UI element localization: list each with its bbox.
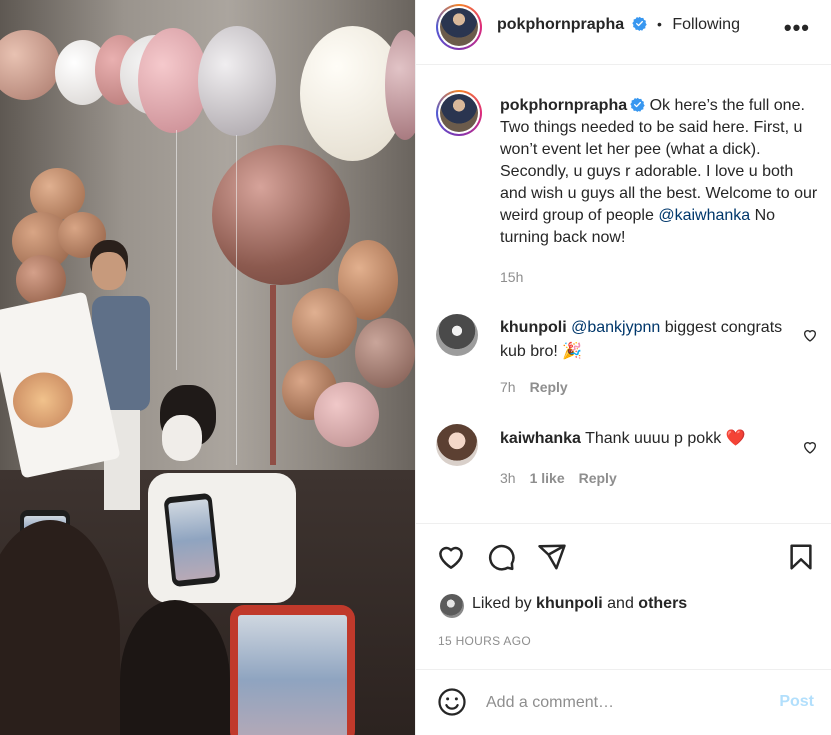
comment-username[interactable]: kaiwhanka [500, 430, 581, 447]
caption-body: Ok here’s the full one. Two things neede… [500, 97, 818, 224]
comment-body: Thank uuuu p pokk ❤️ [585, 430, 746, 447]
balloon [314, 382, 379, 447]
liked-by-middle: and [602, 595, 639, 612]
following-button[interactable]: Following [672, 16, 740, 33]
comment-time: 7h [500, 379, 516, 395]
commenter-avatar[interactable] [436, 314, 478, 356]
author-username[interactable]: pokphornprapha [497, 16, 624, 33]
phone-in-hand [230, 605, 355, 735]
like-comment-icon[interactable] [802, 439, 818, 455]
liked-by-others[interactable]: others [638, 595, 687, 612]
caption-mention[interactable]: @kaiwhanka [658, 207, 750, 224]
reply-button[interactable]: Reply [530, 379, 568, 395]
phone-in-hand [163, 492, 221, 588]
commenter-avatar[interactable] [436, 424, 478, 466]
post-actions: Liked by khunpoli and others 15 HOURS AG… [416, 523, 831, 669]
balloon-large-glitter [212, 145, 350, 285]
add-comment-bar: Post [416, 669, 831, 735]
comment-likes[interactable]: 1 like [530, 470, 565, 486]
balloon [198, 26, 276, 136]
caption-text: pokphornprapha Ok here’s the full one. T… [500, 95, 820, 249]
liked-by-text: Liked by khunpoli and others [472, 595, 687, 613]
heart-icon[interactable] [436, 542, 466, 572]
post-header: pokphornprapha • Following ••• [416, 0, 831, 65]
comment-input[interactable] [486, 690, 756, 716]
separator-dot: • [657, 16, 662, 32]
caption-time: 15h [500, 269, 524, 285]
comment-time: 3h [500, 470, 516, 486]
liked-by-user[interactable]: khunpoli [536, 595, 603, 612]
post-photo[interactable] [0, 0, 415, 735]
caption-avatar[interactable] [436, 90, 482, 136]
post-timestamp[interactable]: 15 HOURS AGO [438, 634, 531, 648]
comment-text: kaiwhanka Thank uuuu p pokk ❤️ [500, 427, 785, 451]
comment-meta: 7h Reply [500, 379, 568, 395]
liked-by-prefix: Liked by [472, 595, 537, 612]
balloon [292, 288, 357, 358]
verified-badge-icon [631, 16, 647, 31]
comment-meta: 3h 1 like Reply [500, 470, 617, 486]
more-options-icon[interactable]: ••• [784, 15, 810, 41]
reply-button[interactable]: Reply [579, 470, 617, 486]
emoji-icon[interactable] [437, 687, 467, 717]
like-comment-icon[interactable] [802, 327, 818, 343]
comment-icon[interactable] [486, 542, 516, 572]
comments-list[interactable]: pokphornprapha Ok here’s the full one. T… [416, 66, 831, 523]
share-icon[interactable] [537, 542, 567, 572]
verified-badge-icon [630, 97, 645, 112]
comment-text: khunpoli @bankjypnn biggest congrats kub… [500, 316, 785, 364]
balloon-string [176, 130, 177, 370]
post-comment-button[interactable]: Post [779, 693, 814, 711]
comment-username[interactable]: khunpoli [500, 319, 567, 336]
bookmark-icon[interactable] [786, 542, 816, 572]
balloon [355, 318, 415, 388]
author-avatar[interactable] [436, 4, 482, 50]
caption-username[interactable]: pokphornprapha [500, 97, 627, 114]
post-side-panel: pokphornprapha • Following ••• pokphornp… [415, 0, 831, 735]
liked-by-avatar[interactable] [440, 594, 464, 618]
comment-mention[interactable]: @bankjypnn [571, 319, 660, 336]
